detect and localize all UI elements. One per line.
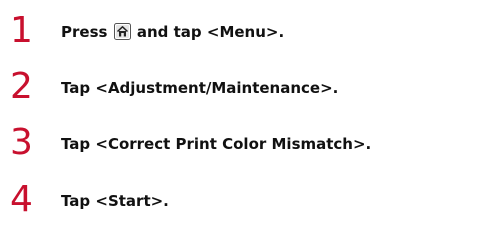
step-instruction: Press and tap <Menu>.: [61, 23, 284, 41]
step-3: 3 Tap <Correct Print Color Mismatch>.: [10, 123, 490, 163]
step-1: 1 Press and tap <Menu>.: [10, 11, 490, 51]
step-number: 1: [10, 10, 33, 51]
step-number: 4: [10, 179, 33, 220]
step-instruction: Tap <Start>.: [61, 192, 169, 210]
procedure-steps: 1 Press and tap <Menu>. 2 Tap <Adjustmen…: [0, 0, 495, 244]
home-icon: [113, 23, 131, 40]
step-4: 4 Tap <Start>.: [10, 180, 490, 220]
step-2: 2 Tap <Adjustment/Maintenance>.: [10, 67, 490, 107]
step-text-before: Press: [61, 23, 113, 41]
step-instruction: Tap <Adjustment/Maintenance>.: [61, 79, 339, 97]
step-text-after: and tap <Menu>.: [131, 23, 285, 41]
step-number: 2: [10, 66, 33, 107]
step-number: 3: [10, 122, 33, 163]
step-instruction: Tap <Correct Print Color Mismatch>.: [61, 135, 372, 153]
